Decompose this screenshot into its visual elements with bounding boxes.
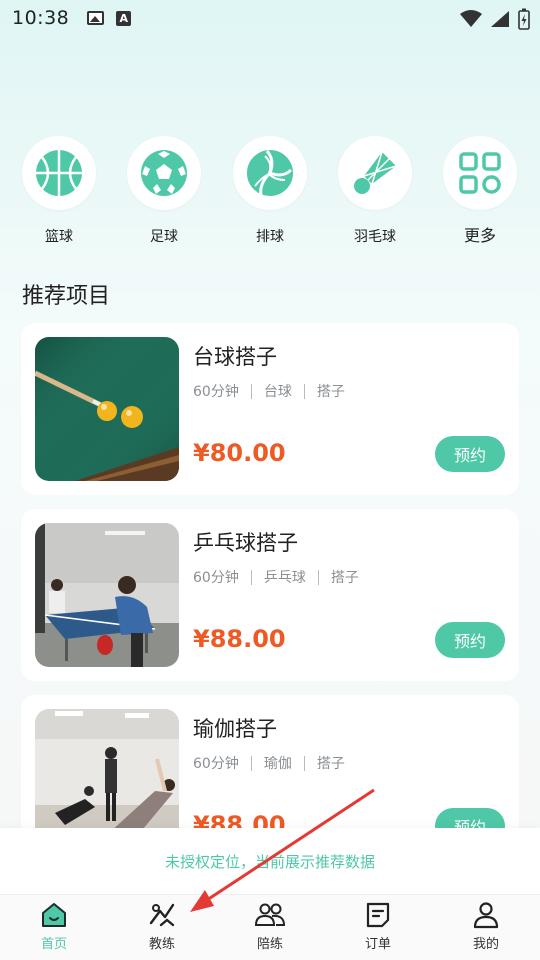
image-notification-icon [87, 11, 105, 25]
status-bar: 10:38 A [0, 0, 540, 36]
project-card[interactable]: 乒乓球搭子 60分钟 乒乓球 搭子 ¥88.00 预约 [21, 509, 519, 681]
table-tennis-image [35, 523, 179, 667]
card-tags: 60分钟 台球 搭子 [193, 381, 345, 401]
category-more[interactable]: 更多 [435, 136, 525, 246]
status-time: 10:38 [12, 7, 70, 29]
tag-divider [250, 569, 252, 585]
partners-icon [254, 903, 286, 926]
tag-divider [250, 755, 252, 771]
bottom-nav: 首页 教练 陪练 订单 我的 [0, 894, 540, 960]
order-icon [366, 902, 390, 928]
nav-orders[interactable]: 订单 [338, 901, 418, 952]
card-title: 乒乓球搭子 [193, 531, 298, 555]
grid-more-icon [459, 152, 501, 194]
nav-label: 教练 [148, 937, 175, 952]
basketball-icon [36, 150, 82, 196]
coach-icon [149, 903, 175, 927]
location-toast: 未授权定位，当前展示推荐数据 [0, 828, 540, 894]
soccer-ball-icon [141, 150, 187, 196]
nav-label: 订单 [364, 937, 391, 952]
profile-icon [473, 902, 499, 929]
nav-profile[interactable]: 我的 [446, 901, 526, 952]
tag: 60分钟 [193, 756, 239, 772]
category-volleyball[interactable]: 排球 [225, 136, 315, 246]
category-label: 篮球 [45, 229, 73, 245]
tag: 搭子 [316, 384, 345, 400]
card-title: 台球搭子 [193, 345, 277, 369]
category-label: 更多 [463, 226, 496, 245]
signal-icon [491, 11, 509, 27]
a-notification-icon: A [116, 10, 132, 26]
home-icon [42, 903, 66, 927]
wifi-icon [460, 10, 482, 27]
category-soccer[interactable]: 足球 [119, 136, 209, 246]
volleyball-icon [247, 150, 293, 196]
shuttlecock-icon [354, 151, 397, 194]
card-tags: 60分钟 乒乓球 搭子 [193, 567, 359, 587]
category-label: 排球 [256, 229, 284, 245]
card-tags: 60分钟 瑜伽 搭子 [193, 753, 345, 773]
nav-partners[interactable]: 陪练 [230, 901, 310, 952]
nav-coach[interactable]: 教练 [122, 901, 202, 952]
tag-divider [303, 383, 305, 399]
section-title: 推荐项目 [22, 284, 111, 309]
battery-icon [518, 8, 530, 30]
tag-divider [250, 383, 252, 399]
category-badminton[interactable]: 羽毛球 [330, 136, 420, 246]
card-price: ¥88.00 [193, 625, 286, 653]
tag: 60分钟 [193, 570, 239, 586]
tag-divider [317, 569, 319, 585]
card-price: ¥80.00 [193, 439, 286, 467]
tag: 乒乓球 [263, 570, 306, 586]
tag: 搭子 [316, 756, 345, 772]
tag: 瑜伽 [263, 756, 292, 772]
category-label: 羽毛球 [354, 229, 396, 245]
nav-home[interactable]: 首页 [14, 901, 94, 952]
tag-divider [303, 755, 305, 771]
nav-label: 我的 [472, 937, 499, 952]
book-button[interactable]: 预约 [435, 622, 505, 658]
category-basketball[interactable]: 篮球 [14, 136, 104, 246]
nav-label: 陪练 [256, 937, 283, 952]
billiards-image [35, 337, 179, 481]
tag: 60分钟 [193, 384, 239, 400]
category-label: 足球 [150, 229, 178, 245]
project-card[interactable]: 台球搭子 60分钟 台球 搭子 ¥80.00 预约 [21, 323, 519, 495]
book-button[interactable]: 预约 [435, 436, 505, 472]
tag: 搭子 [330, 570, 359, 586]
card-title: 瑜伽搭子 [193, 717, 277, 741]
nav-label: 首页 [40, 937, 67, 952]
tag: 台球 [263, 384, 292, 400]
